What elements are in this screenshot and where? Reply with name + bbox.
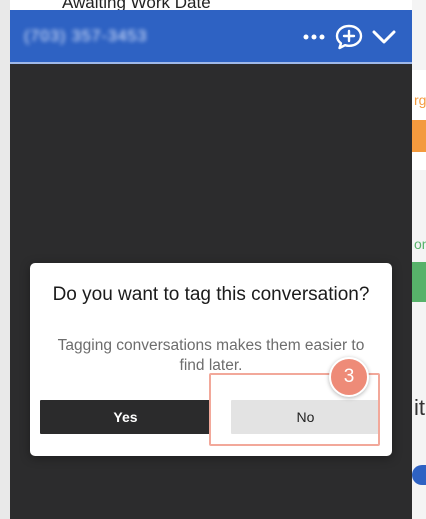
contact-phone-number: (703) 357-3453	[24, 28, 148, 45]
ellipsis-icon[interactable]	[302, 22, 326, 52]
background-fragment-2: on	[414, 236, 426, 252]
background-top-strip: Awaiting Work Date	[10, 0, 412, 12]
chat-plus-icon[interactable]	[334, 22, 364, 52]
background-left-panel	[0, 0, 10, 519]
chat-header[interactable]: (703) 357-3453	[10, 10, 412, 64]
background-right-panel: rg on it	[412, 0, 426, 519]
background-fragment-1: rg	[414, 92, 426, 108]
step-badge: 3	[329, 357, 369, 397]
yes-button[interactable]: Yes	[40, 400, 211, 434]
dialog-title: Do you want to tag this conversation?	[52, 284, 370, 305]
background-fragment-3: it	[414, 395, 425, 420]
chevron-down-icon[interactable]	[370, 22, 398, 52]
dialog-subtitle: Tagging conversations makes them easier …	[57, 337, 365, 374]
